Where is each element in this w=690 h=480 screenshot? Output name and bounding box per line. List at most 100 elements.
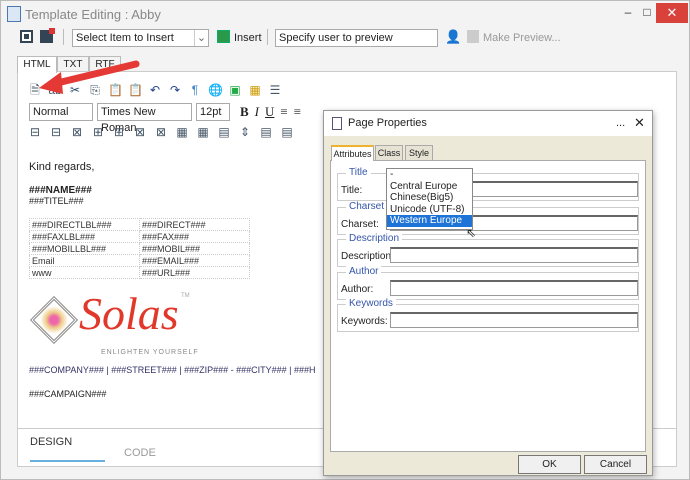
make-preview-icon [467, 30, 479, 43]
charset-option[interactable]: Chinese(Big5) [387, 192, 472, 204]
signature-row: www ###URL### [29, 266, 250, 279]
editor-content[interactable]: Kind regards, ###NAME### ###TITEL### ###… [29, 161, 324, 399]
charset-dropdown-list[interactable]: - Central Europe Chinese(Big5) Unicode (UTF… [386, 168, 473, 230]
insert-row-above-icon[interactable]: ⊟ [28, 125, 42, 139]
format-buttons: B I U ≡ ≡ [240, 104, 301, 120]
preview-user-input[interactable]: Specify user to preview [275, 29, 438, 47]
insert-item-select[interactable]: Select Item to Insert ⌄ [72, 29, 209, 47]
italic-icon[interactable]: I [255, 104, 259, 120]
group-description: Description Description: [337, 233, 639, 267]
campaign-placeholder: ###CAMPAIGN### [29, 389, 107, 399]
tab-design[interactable]: DESIGN [30, 436, 72, 448]
ok-button[interactable]: OK [518, 455, 581, 474]
signature-cell: ###EMAIL### [139, 254, 250, 267]
underline-icon[interactable]: U [265, 104, 274, 120]
insert-button[interactable]: Insert [234, 32, 262, 44]
signature-row: ###DIRECTLBL### ###DIRECT### [29, 218, 250, 231]
signature-cell: www [29, 266, 140, 279]
font-select[interactable]: Times New Roman [97, 103, 192, 134]
close-button[interactable]: ✕ [656, 3, 688, 23]
horizontal-rule-icon[interactable]: ☰ [268, 83, 282, 97]
dialog-title: Page Properties [348, 117, 427, 129]
insert-icon[interactable] [217, 30, 230, 43]
dialog-tab-class[interactable]: Class [375, 145, 403, 161]
address-line: ###COMPANY### | ###STREET### | ###ZIP###… [29, 365, 316, 375]
row-height-icon[interactable]: ⇕ [238, 125, 252, 139]
field-label: Description: [341, 251, 394, 262]
delete-col-icon[interactable]: ⊠ [133, 125, 147, 139]
save-icon[interactable] [20, 30, 33, 43]
bold-icon[interactable]: B [240, 104, 249, 120]
image-icon[interactable]: ▣ [228, 83, 242, 97]
logo-text: Solas [79, 288, 179, 339]
author-input[interactable] [390, 280, 638, 296]
signature-row: Email ###EMAIL### [29, 254, 250, 267]
delete-cell-icon[interactable]: ⊠ [154, 125, 168, 139]
dialog-more-button[interactable]: ... [616, 117, 625, 129]
align-center-icon[interactable]: ≡ [294, 104, 301, 120]
signature-cell: ###MOBIL### [139, 242, 250, 255]
user-search-icon[interactable]: 👤 [445, 29, 461, 45]
insert-col-right-icon[interactable]: ⊞ [112, 125, 126, 139]
signature-cell: ###DIRECT### [139, 218, 250, 231]
size-select[interactable]: 12pt [196, 103, 230, 121]
group-charset: Charset Charset: [337, 201, 639, 235]
description-input[interactable] [390, 247, 638, 263]
attributes-panel: Title Title: Charset Charset: Description Des… [330, 160, 646, 452]
insert-col-left-icon[interactable]: ⊞ [91, 125, 105, 139]
signature-cell: ###FAX### [139, 230, 250, 243]
table-properties-icon[interactable]: ▤ [280, 125, 294, 139]
charset-option[interactable]: Central Europe [387, 181, 472, 193]
table-icon[interactable]: ▤ [217, 125, 231, 139]
signature-table: ###DIRECTLBL### ###DIRECT### ###FAXLBL### #… [29, 218, 250, 279]
field-label: Charset: [341, 219, 379, 230]
dialog-close-button[interactable]: ✕ [634, 115, 645, 131]
split-cells-icon[interactable]: ▦ [196, 125, 210, 139]
dialog-tab-attributes[interactable]: Attributes [331, 145, 374, 161]
group-keywords: Keywords Keywords: [337, 298, 639, 332]
undo-icon[interactable]: ↶ [148, 83, 162, 97]
charset-option[interactable]: - [387, 169, 472, 181]
tab-html[interactable]: HTML [17, 56, 57, 73]
redo-icon[interactable]: ↷ [168, 83, 182, 97]
save-close-icon[interactable] [40, 28, 55, 43]
group-legend: Title [346, 167, 371, 178]
charset-option[interactable]: Unicode (UTF-8) [387, 204, 472, 216]
greeting-text: Kind regards, [29, 161, 95, 173]
link-globe-icon[interactable]: 🌐 [208, 83, 223, 97]
name-placeholder: ###NAME### [29, 185, 92, 196]
signature-cell: ###MOBILLBL### [29, 242, 140, 255]
logo-tagline: ENLIGHTEN YOURSELF [101, 349, 199, 356]
table-toolbar: ⊟ ⊟ ⊠ ⊞ ⊞ ⊠ ⊠ ▦ ▦ ▤ ⇕ ▤ ▤ [28, 125, 294, 139]
insert-item-value: Select Item to Insert [76, 32, 174, 44]
table-insert-icon[interactable]: ▦ [248, 83, 262, 97]
field-label: Keywords: [341, 316, 388, 327]
app-icon [7, 6, 21, 22]
group-legend: Author [346, 266, 382, 277]
tab-code[interactable]: CODE [124, 447, 156, 459]
make-preview-button[interactable]: Make Preview... [483, 32, 561, 44]
delete-row-icon[interactable]: ⊠ [70, 125, 84, 139]
dialog-titlebar: Page Properties ... ✕ [324, 111, 652, 136]
charset-option[interactable]: Western Europe [387, 215, 472, 227]
page-properties-dialog: Page Properties ... ✕ Attributes Class S… [323, 110, 653, 476]
insert-row-below-icon[interactable]: ⊟ [49, 125, 63, 139]
signature-cell: ###FAXLBL### [29, 230, 140, 243]
signature-cell: Email [29, 254, 140, 267]
paragraph-icon[interactable]: ¶ [188, 83, 202, 97]
field-label: Author: [341, 284, 374, 295]
logo-tm: TM [181, 293, 190, 299]
cell-properties-icon[interactable]: ▤ [259, 125, 273, 139]
keywords-input[interactable] [390, 312, 638, 328]
group-legend: Keywords [346, 298, 396, 309]
dialog-tab-style[interactable]: Style [405, 145, 433, 161]
align-left-icon[interactable]: ≡ [280, 104, 287, 120]
cancel-button[interactable]: Cancel [584, 455, 647, 474]
group-legend: Charset [346, 201, 388, 212]
group-legend: Description [346, 233, 403, 244]
style-select[interactable]: Normal [29, 103, 93, 121]
signature-row: ###FAXLBL### ###FAX### [29, 230, 250, 243]
window-title: Template Editing : Abby [25, 7, 161, 22]
merge-cells-icon[interactable]: ▦ [175, 125, 189, 139]
signature-cell: ###URL### [139, 266, 250, 279]
